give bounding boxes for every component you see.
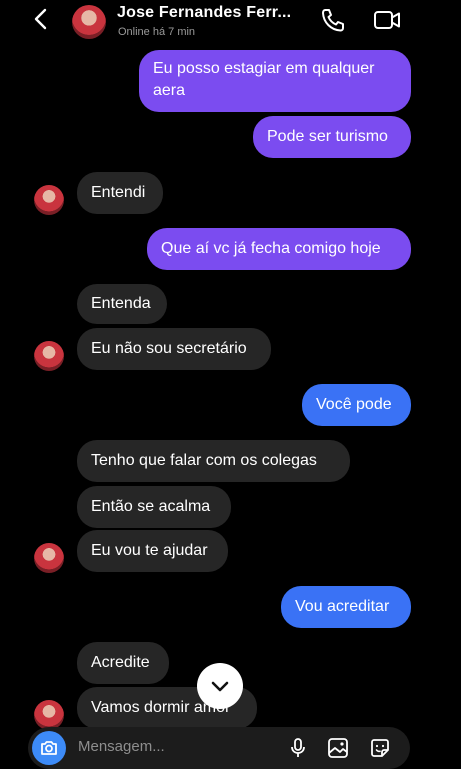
message-received[interactable]: Eu não sou secretário (77, 328, 271, 370)
message-text: Eu posso estagiar em qualquer aera (153, 60, 375, 99)
message-text: Eu vou te ajudar (91, 542, 208, 559)
scroll-to-bottom-button[interactable] (197, 663, 243, 709)
message-text: Eu não sou secretário (91, 340, 247, 357)
contact-avatar-small[interactable] (34, 341, 64, 371)
message-sent[interactable]: Vou acreditar (281, 586, 411, 628)
message-input[interactable]: Mensagem... (78, 738, 165, 755)
message-text: Tenho que falar com os colegas (91, 452, 317, 469)
message-text: Você pode (316, 396, 392, 413)
message-received[interactable]: Entendi (77, 172, 163, 214)
camera-icon (41, 741, 57, 755)
message-text: Entendi (91, 184, 146, 201)
contact-avatar[interactable] (72, 5, 106, 39)
message-text: Acredite (91, 654, 150, 671)
contact-avatar-small[interactable] (34, 185, 64, 215)
message-received[interactable]: Entenda (77, 284, 167, 324)
chat-header: Jose Fernandes Ferr... Online há 7 min (0, 0, 461, 44)
message-text: Entenda (91, 295, 151, 312)
message-text: Que aí vc já fecha comigo hoje (161, 240, 381, 257)
message-sent[interactable]: Eu posso estagiar em qualquer aera (139, 50, 411, 112)
contact-avatar-small[interactable] (34, 700, 64, 730)
sticker-icon[interactable] (368, 736, 392, 760)
contact-avatar-small[interactable] (34, 543, 64, 573)
camera-button[interactable] (32, 731, 66, 765)
video-camera-icon[interactable] (372, 6, 402, 34)
microphone-icon[interactable] (286, 736, 310, 760)
message-sent[interactable]: Você pode (302, 384, 411, 426)
gallery-icon[interactable] (326, 736, 350, 760)
phone-icon[interactable] (318, 6, 348, 34)
chevron-down-icon (211, 681, 229, 692)
message-received[interactable]: Então se acalma (77, 486, 231, 528)
contact-status: Online há 7 min (118, 26, 196, 38)
message-received[interactable]: Acredite (77, 642, 169, 684)
message-received[interactable]: Tenho que falar com os colegas (77, 440, 350, 482)
message-composer: Mensagem... (28, 727, 410, 769)
message-received[interactable]: Eu vou te ajudar (77, 530, 228, 572)
contact-name[interactable]: Jose Fernandes Ferr... (117, 4, 291, 22)
back-arrow-icon[interactable] (30, 6, 54, 32)
message-text: Vou acreditar (295, 598, 390, 615)
message-sent[interactable]: Que aí vc já fecha comigo hoje (147, 228, 411, 270)
message-text: Pode ser turismo (267, 128, 388, 145)
message-sent[interactable]: Pode ser turismo (253, 116, 411, 158)
message-text: Então se acalma (91, 498, 211, 515)
